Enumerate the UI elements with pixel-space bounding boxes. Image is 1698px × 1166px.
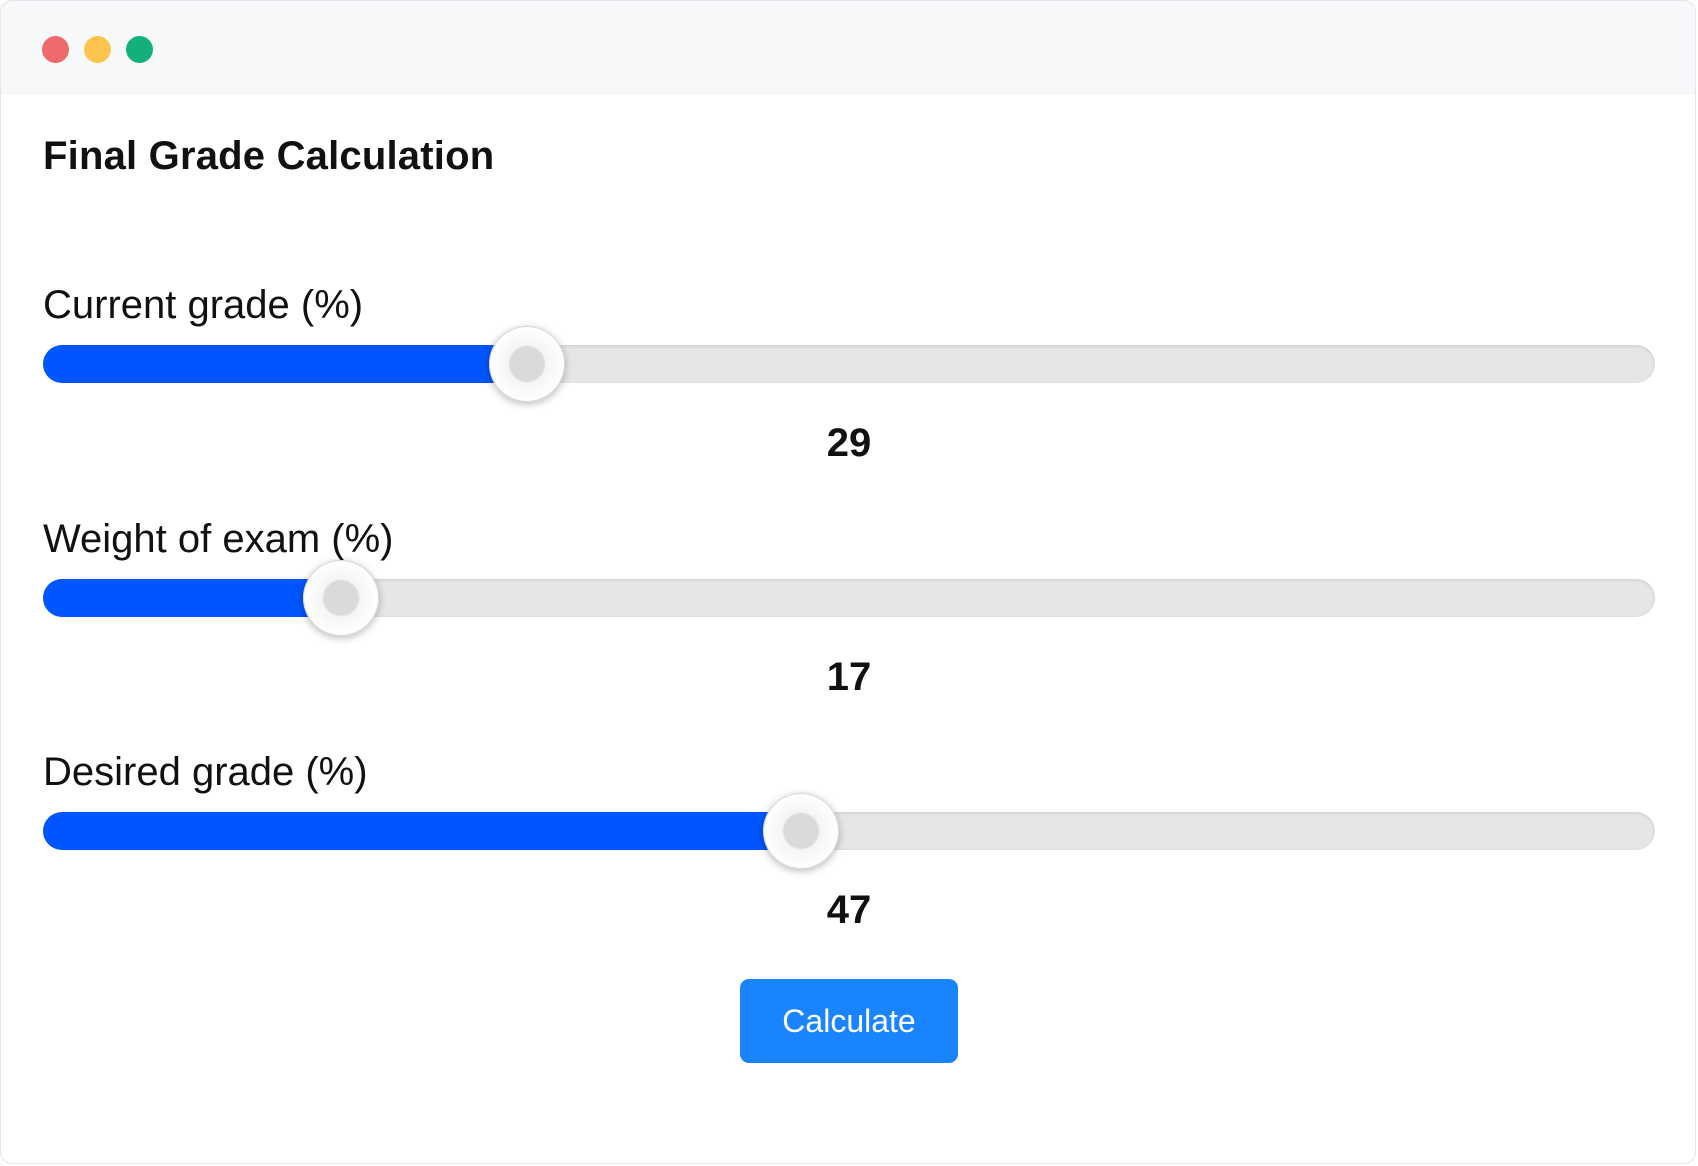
exam-weight-slider[interactable] xyxy=(43,560,1655,636)
current-grade-value: 29 xyxy=(826,421,872,465)
desired-grade-slider-thumb[interactable] xyxy=(762,793,839,869)
current-grade-slider-fill xyxy=(43,345,527,383)
exam-weight-value: 17 xyxy=(826,655,872,699)
current-grade-slider-thumb[interactable] xyxy=(488,326,565,402)
exam-weight-label: Weight of exam (%) xyxy=(43,517,394,561)
current-grade-slider[interactable] xyxy=(43,326,1655,402)
desired-grade-value: 47 xyxy=(826,888,872,932)
exam-weight-slider-thumb[interactable] xyxy=(303,560,380,636)
close-window-button[interactable] xyxy=(42,36,69,63)
page-title: Final Grade Calculation xyxy=(43,134,495,178)
title-bar xyxy=(1,1,1695,95)
maximize-window-button[interactable] xyxy=(126,36,153,63)
desired-grade-slider-fill xyxy=(43,812,801,850)
desired-grade-slider[interactable] xyxy=(43,793,1655,869)
minimize-window-button[interactable] xyxy=(84,36,111,63)
desired-grade-label: Desired grade (%) xyxy=(43,750,368,794)
app-window: Final Grade Calculation Current grade (%… xyxy=(0,0,1696,1164)
exam-weight-slider-fill xyxy=(43,579,342,617)
calculate-button[interactable]: Calculate xyxy=(740,979,958,1063)
current-grade-label: Current grade (%) xyxy=(43,283,364,327)
